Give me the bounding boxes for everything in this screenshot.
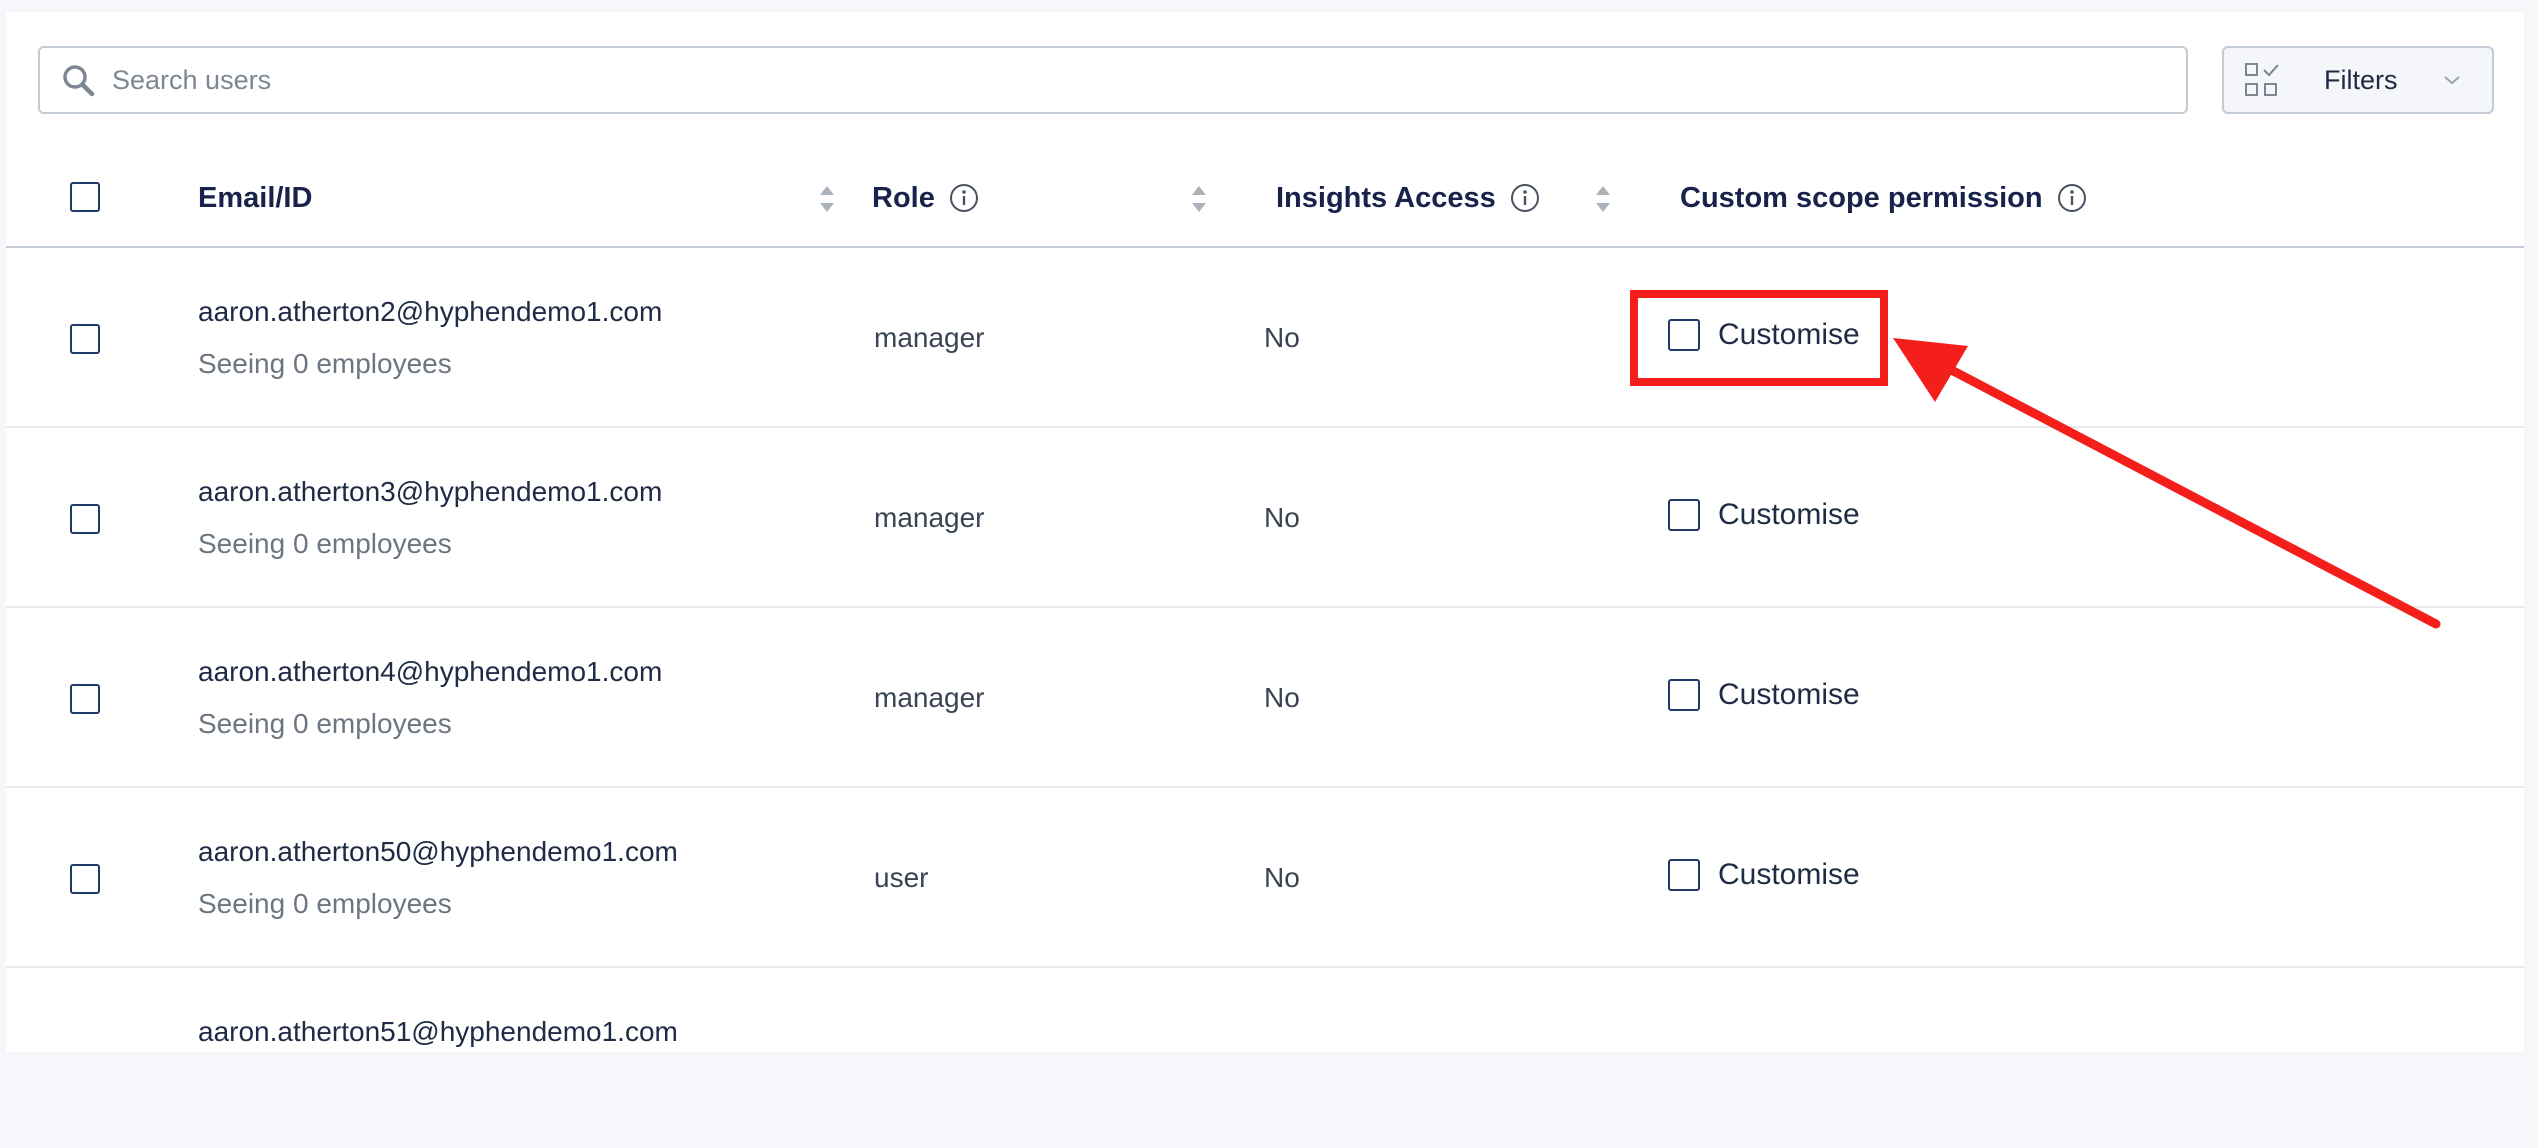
user-email: aaron.atherton2@hyphendemo1.com [198,296,663,327]
info-icon[interactable] [949,183,979,213]
column-header-role[interactable]: Role [872,150,979,246]
seeing-employees: Seeing 0 employees [198,348,452,379]
search-input[interactable] [110,63,2114,97]
select-all-checkbox[interactable] [70,182,100,212]
search-bar[interactable] [38,46,2188,114]
column-header-email[interactable]: Email/ID [198,150,312,246]
filters-button[interactable]: Filters [2222,46,2494,114]
customise-label: Customise [1718,498,1860,531]
user-email: aaron.atherton50@hyphendemo1.com [198,836,678,867]
table-row: aaron.atherton50@hyphendemo1.com Seeing … [6,788,2524,968]
user-role: user [874,862,929,893]
column-header-custom-scope-label: Custom scope permission [1680,181,2043,214]
user-email: aaron.atherton3@hyphendemo1.com [198,476,663,507]
user-role: manager [874,682,985,713]
customise-label: Customise [1718,678,1860,711]
sort-icon[interactable] [818,184,836,214]
column-header-custom-scope: Custom scope permission [1680,150,2087,246]
chevron-down-icon [2443,76,2460,85]
insights-access: No [1264,502,1300,533]
column-header-insights-label: Insights Access [1276,181,1496,214]
table-row: aaron.atherton2@hyphendemo1.com Seeing 0… [6,248,2524,428]
seeing-employees: Seeing 0 employees [198,708,452,739]
column-header-insights[interactable]: Insights Access [1276,150,1540,246]
info-icon[interactable] [1510,183,1540,213]
user-role: manager [874,502,985,533]
column-header-role-label: Role [872,181,935,214]
customise-toggle[interactable]: Customise [1668,498,1860,532]
sort-icon[interactable] [1594,184,1612,214]
customise-checkbox[interactable] [1668,859,1700,891]
user-email: aaron.atherton51@hyphendemo1.com [198,1016,678,1047]
table-row: aaron.atherton51@hyphendemo1.com [6,968,2524,1148]
insights-access: No [1264,862,1300,893]
row-select-checkbox[interactable] [70,864,100,894]
insights-access: No [1264,682,1300,713]
row-select-checkbox[interactable] [70,684,100,714]
table-header: Email/ID Role Insights Access Custom sco… [6,150,2524,248]
column-header-email-label: Email/ID [198,181,313,214]
annotation-highlight-box [1630,290,1888,386]
sort-icon[interactable] [1190,184,1208,214]
info-icon[interactable] [2057,183,2087,213]
filters-label: Filters [2324,64,2398,95]
insights-access: No [1264,322,1300,353]
seeing-employees: Seeing 0 employees [198,528,452,559]
customise-checkbox[interactable] [1668,499,1700,531]
customise-checkbox[interactable] [1668,679,1700,711]
user-role: manager [874,322,985,353]
customise-toggle[interactable]: Customise [1668,678,1860,712]
table-row: aaron.atherton4@hyphendemo1.com Seeing 0… [6,608,2524,788]
row-select-checkbox[interactable] [70,324,100,354]
search-icon [58,60,98,100]
user-email: aaron.atherton4@hyphendemo1.com [198,656,663,687]
row-select-checkbox[interactable] [70,504,100,534]
customise-label: Customise [1718,858,1860,891]
seeing-employees: Seeing 0 employees [198,888,452,919]
table-row: aaron.atherton3@hyphendemo1.com Seeing 0… [6,428,2524,608]
filter-grid-icon [2245,63,2279,96]
customise-toggle[interactable]: Customise [1668,858,1860,892]
